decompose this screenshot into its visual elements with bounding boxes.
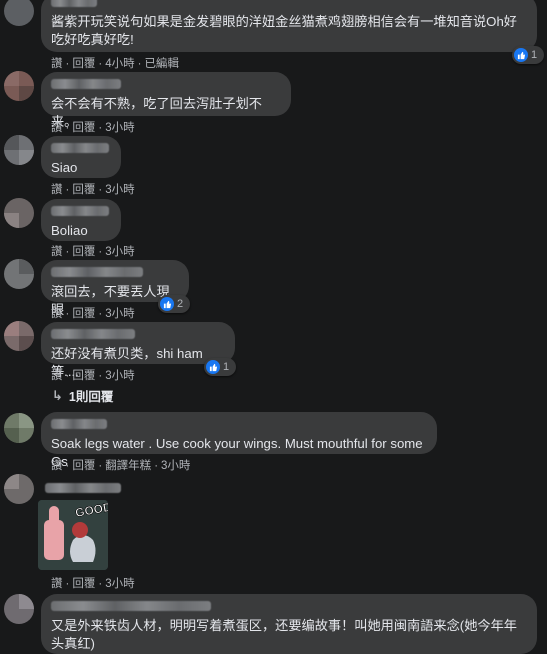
comment-actions: 讚 · 回覆 · 翻譯年糕 · 3小時 [51, 457, 190, 473]
comment-bubble: 酱紫开玩笑说句如果是金发碧眼的洋妞金丝猫煮鸡翅膀相信会有一堆知音说Oh好吃好吃真… [41, 0, 537, 52]
timestamp[interactable]: 3小時 [161, 457, 190, 473]
reaction-summary[interactable]: 2 [158, 295, 190, 313]
reply-button[interactable]: 回覆 [72, 305, 95, 321]
like-button[interactable]: 讚 [51, 575, 63, 591]
timestamp[interactable]: 3小時 [105, 367, 134, 383]
comment-actions: 讚 · 回覆 · 3小時 [51, 119, 135, 135]
commenter-name-blurred[interactable] [51, 601, 211, 611]
reply-button[interactable]: 回覆 [72, 181, 95, 197]
like-icon [514, 48, 528, 62]
avatar[interactable] [4, 474, 34, 504]
reaction-summary[interactable]: 1 [204, 358, 236, 376]
timestamp[interactable]: 3小時 [105, 181, 134, 197]
reaction-count: 2 [177, 298, 184, 310]
comment-actions: 讚 · 回覆 · 3小時 [51, 575, 135, 591]
comment-bubble: 又是外来铁齿人材，明明写着煮蛋区，还要编故事！叫她用闽南語来念(她今年年头真红) [41, 594, 537, 654]
like-button[interactable]: 讚 [51, 305, 63, 321]
reply-button[interactable]: 回覆 [72, 243, 95, 259]
avatar[interactable] [4, 413, 34, 443]
commenter-name-blurred[interactable] [51, 329, 135, 339]
avatar[interactable] [4, 321, 34, 351]
comment-bubble: Siao [41, 136, 121, 178]
commenter-name-blurred[interactable] [51, 419, 107, 429]
like-button[interactable]: 讚 [51, 119, 63, 135]
edited-label[interactable]: 已編輯 [144, 55, 179, 71]
timestamp[interactable]: 3小時 [105, 243, 134, 259]
comment-actions: 讚 · 回覆 · 4小時 · 已編輯 [51, 55, 179, 71]
comment-text: Boliao [51, 223, 88, 238]
replies-label: 1則回覆 [68, 390, 114, 404]
reply-button[interactable]: 回覆 [72, 367, 95, 383]
avatar[interactable] [4, 71, 34, 101]
avatar[interactable] [4, 0, 34, 26]
comment-actions: 讚 · 回覆 · 3小時 [51, 243, 135, 259]
commenter-name-blurred[interactable] [51, 0, 97, 7]
like-button[interactable]: 讚 [51, 55, 63, 71]
comment-actions: 讚 · 回覆 · 3小時 [51, 181, 135, 197]
good-sticker: GOOD [38, 500, 108, 570]
comment-bubble: 会不会有不熟，吃了回去泻肚子划不来。 [41, 72, 291, 129]
commenter-name-blurred[interactable] [51, 267, 143, 277]
like-button[interactable]: 讚 [51, 457, 63, 473]
like-button[interactable]: 讚 [51, 181, 63, 197]
avatar[interactable] [4, 198, 34, 228]
timestamp[interactable]: 3小時 [105, 575, 134, 591]
avatar[interactable] [4, 594, 34, 624]
view-replies-link[interactable]: ↳ 1則回覆 [52, 386, 113, 405]
reply-button[interactable]: 回覆 [72, 457, 95, 473]
avatar[interactable] [4, 135, 34, 165]
comment-actions: 讚 · 回覆 · 3小時 [51, 305, 135, 321]
comment-text: 又是外来铁齿人材，明明写着煮蛋区，还要编故事！叫她用闽南語来念(她今年年头真红) [51, 618, 517, 651]
commenter-name-blurred[interactable] [51, 143, 109, 153]
reaction-summary[interactable]: 1 [512, 46, 544, 64]
comment-bubble: Boliao [41, 199, 121, 241]
reply-arrow-icon: ↳ [52, 387, 63, 403]
like-icon [160, 297, 174, 311]
timestamp[interactable]: 3小時 [105, 119, 134, 135]
comment-text: Siao [51, 160, 78, 175]
reply-button[interactable]: 回覆 [72, 119, 95, 135]
commenter-name-blurred[interactable] [51, 206, 109, 216]
like-button[interactable]: 讚 [51, 367, 63, 383]
avatar[interactable] [4, 259, 34, 289]
reaction-count: 1 [531, 49, 538, 61]
like-button[interactable]: 讚 [51, 243, 63, 259]
reaction-count: 1 [223, 361, 230, 373]
commenter-name-blurred[interactable] [51, 79, 121, 89]
commenter-name-blurred[interactable] [45, 483, 121, 493]
sticker-image: GOOD [38, 500, 108, 570]
timestamp[interactable]: 4小時 [105, 55, 134, 71]
translate-link[interactable]: 翻譯年糕 [105, 457, 151, 473]
reply-button[interactable]: 回覆 [72, 575, 95, 591]
comment-text: 酱紫开玩笑说句如果是金发碧眼的洋妞金丝猫煮鸡翅膀相信会有一堆知音说Oh好吃好吃真… [51, 14, 517, 47]
like-icon [206, 360, 220, 374]
reply-button[interactable]: 回覆 [72, 55, 95, 71]
comment-actions: 讚 · 回覆 · 3小時 [51, 367, 135, 383]
timestamp[interactable]: 3小時 [105, 305, 134, 321]
comment-bubble: 还好没有煮贝类，shi ham 等.... [41, 322, 235, 379]
comment-bubble: Soak legs water . Use cook your wings. M… [41, 412, 437, 469]
